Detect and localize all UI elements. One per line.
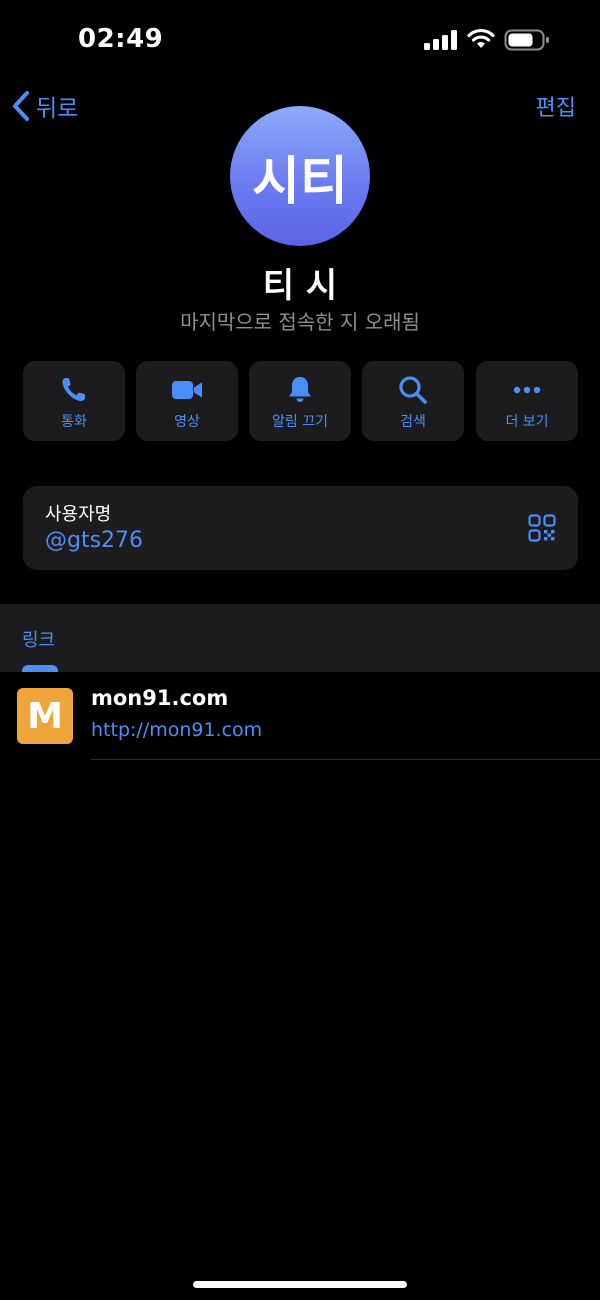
back-button[interactable]: 뒤로 — [10, 88, 78, 124]
divider — [91, 759, 600, 760]
video-camera-icon — [172, 381, 202, 399]
home-indicator[interactable] — [193, 1281, 407, 1288]
search-button[interactable]: 검색 — [362, 361, 464, 441]
search-icon — [399, 376, 427, 404]
link-thumbnail: M — [17, 688, 73, 744]
action-bar: 통화 영상 알림 끄기 검색 더 보기 — [23, 361, 578, 441]
last-seen-status: 마지막으로 접속한 지 오래됨 — [180, 310, 420, 334]
more-button[interactable]: 더 보기 — [476, 361, 578, 441]
avatar[interactable]: 시티 — [230, 106, 370, 246]
call-label: 통화 — [61, 414, 87, 430]
mute-button[interactable]: 알림 끄기 — [249, 361, 351, 441]
username-value[interactable]: @gts276 — [45, 528, 143, 553]
username-card[interactable]: 사용자명 @gts276 — [23, 486, 578, 570]
username-title: 사용자명 — [45, 504, 112, 525]
more-icon — [513, 386, 541, 394]
qr-code-icon[interactable] — [528, 514, 556, 542]
wifi-icon — [467, 28, 495, 48]
tab-links[interactable]: 링크 — [22, 626, 55, 652]
back-label: 뒤로 — [36, 96, 79, 122]
media-tabs: 링크 — [0, 604, 600, 672]
video-button[interactable]: 영상 — [136, 361, 238, 441]
phone-icon — [62, 378, 85, 402]
search-label: 검색 — [400, 414, 426, 430]
battery-icon — [504, 29, 549, 51]
call-button[interactable]: 통화 — [23, 361, 125, 441]
more-label: 더 보기 — [505, 414, 549, 430]
profile-name: 티 시 — [262, 266, 338, 306]
link-title: mon91.com — [91, 686, 229, 710]
tab-indicator — [22, 665, 58, 672]
link-url[interactable]: http://mon91.com — [91, 719, 262, 741]
edit-button[interactable]: 편집 — [536, 90, 576, 122]
mute-label: 알림 끄기 — [272, 414, 328, 430]
cellular-signal-icon — [424, 30, 457, 50]
link-item[interactable]: M mon91.com http://mon91.com — [0, 672, 600, 760]
status-bar: 02:49 — [0, 0, 600, 80]
status-time: 02:49 — [78, 24, 164, 54]
bell-icon — [289, 377, 311, 402]
chevron-left-icon — [13, 91, 29, 121]
video-label: 영상 — [174, 414, 200, 430]
